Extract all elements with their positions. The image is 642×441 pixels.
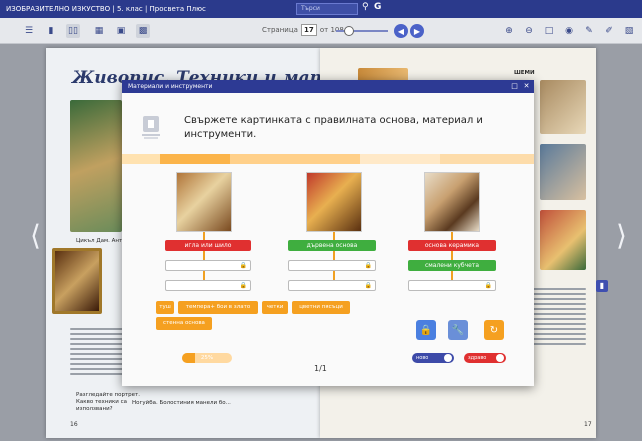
page-number-input[interactable]: 17 xyxy=(300,24,317,36)
drop-slot[interactable]: 🔒 xyxy=(408,280,496,291)
publisher-logo-icon xyxy=(142,116,160,139)
next-page-icon[interactable]: ▶ xyxy=(410,24,424,38)
double-page-icon[interactable]: ▯▯ xyxy=(66,24,80,38)
zoom-slider-knob[interactable] xyxy=(344,26,354,36)
fullscreen-icon[interactable]: ▩ xyxy=(136,24,150,38)
search-input[interactable]: Търси xyxy=(296,3,358,15)
target-label: основа керамика xyxy=(408,240,496,251)
body-text xyxy=(70,328,126,378)
page-navigator: Страница 17 от 108 xyxy=(262,24,344,36)
check-answer-button[interactable]: 🔧 xyxy=(448,320,468,340)
photo-bottom-image xyxy=(540,210,586,270)
answer-chip[interactable]: туш xyxy=(156,301,174,314)
reset-button[interactable]: ↻ xyxy=(484,320,504,340)
question-text: Свържете картинката с правилната основа,… xyxy=(184,115,483,140)
answer-chip[interactable]: темпера+ бои в злато xyxy=(178,301,258,314)
photo-middle-image xyxy=(540,144,586,200)
target-label: игла или шило xyxy=(165,240,251,251)
lock-button[interactable]: 🔒 xyxy=(416,320,436,340)
progress-text: 25% xyxy=(200,355,214,361)
answer-chip[interactable]: четки xyxy=(262,301,288,314)
toolbar: ☰ ▮ ▯▯ ▦ ▣ ▩ Страница 17 от 108 ◀ ▶ ⊕ ⊖ … xyxy=(0,18,642,44)
target-label: дървена основа xyxy=(288,240,376,251)
thumbnails-icon[interactable]: ▦ xyxy=(92,24,106,38)
bottom-caption: Ногуйба. Болостиния манели бо... xyxy=(132,400,231,406)
zoom-out-icon[interactable]: ⊖ xyxy=(522,24,536,38)
search-icon[interactable]: ⚲ xyxy=(362,2,369,12)
toggle-knob xyxy=(444,354,452,362)
connector-line xyxy=(451,232,453,240)
placed-answer[interactable]: смалени кубчета xyxy=(408,260,496,271)
page-number: 16 xyxy=(70,421,78,428)
g-icon[interactable]: G xyxy=(374,2,381,12)
right-body-text xyxy=(532,288,586,348)
exercise-page-count: 1/1 xyxy=(314,364,327,373)
fresco-image xyxy=(176,172,232,232)
drop-slot[interactable]: 🔒 xyxy=(288,280,376,291)
zoom-in-icon[interactable]: ⊕ xyxy=(502,24,516,38)
portrait-image xyxy=(52,248,102,314)
highlighter-icon[interactable]: ✐ xyxy=(602,24,616,38)
toggle-knob xyxy=(496,354,504,362)
page-number: 17 xyxy=(584,421,592,428)
section-heading: ШЕМИ xyxy=(514,70,535,76)
toggle-new-label: ново xyxy=(416,355,429,361)
drop-slot[interactable]: 🔒 xyxy=(165,280,251,291)
answer-chip[interactable]: цветни пясъци xyxy=(292,301,350,314)
toggle-new[interactable]: ново xyxy=(412,353,454,363)
answer-chip[interactable]: стенна основа xyxy=(156,317,212,330)
toggle-correct[interactable]: здраво xyxy=(464,353,506,363)
drop-slot[interactable]: 🔒 xyxy=(165,260,251,271)
painting-image xyxy=(70,100,122,232)
previous-spread-arrow[interactable]: ⟨ xyxy=(30,219,41,252)
menu-icon[interactable]: ☰ xyxy=(22,24,36,38)
page-label: Страница xyxy=(262,26,298,34)
next-spread-arrow[interactable]: ⟩ xyxy=(616,219,627,252)
exercise-dialog: Материали и инструменти □ ✕ Свържете кар… xyxy=(122,80,534,386)
save-icon[interactable]: ▧ xyxy=(622,24,636,38)
dialog-title: Материали и инструменти xyxy=(128,83,213,90)
dialog-header: Материали и инструменти □ ✕ xyxy=(122,80,534,93)
interactive-marker-icon[interactable]: ▮ xyxy=(596,280,608,292)
pen-icon[interactable]: ✎ xyxy=(582,24,596,38)
drop-slot[interactable]: 🔒 xyxy=(288,260,376,271)
fit-page-icon[interactable]: □ xyxy=(542,24,556,38)
previous-page-icon[interactable]: ◀ xyxy=(394,24,408,38)
single-page-icon[interactable]: ▮ xyxy=(44,24,58,38)
image-icon[interactable]: ▣ xyxy=(114,24,128,38)
connector-line xyxy=(203,232,205,240)
eye-icon[interactable]: ◉ xyxy=(562,24,576,38)
progress-bar: 25% xyxy=(182,353,232,363)
toggle-correct-label: здраво xyxy=(468,355,487,361)
connector-line xyxy=(333,232,335,240)
close-icon[interactable]: ✕ xyxy=(522,82,531,91)
window-title: ИЗОБРАЗИТЕЛНО ИЗКУСТВО | 5. клас | Просв… xyxy=(6,5,206,13)
photo-top-image xyxy=(540,80,586,134)
title-bar: ИЗОБРАЗИТЕЛНО ИЗКУСТВО | 5. клас | Просв… xyxy=(0,0,642,18)
icon-painting-image xyxy=(306,172,362,232)
decorative-stripes xyxy=(122,154,534,164)
minimize-icon[interactable]: □ xyxy=(510,82,519,91)
mosaic-bird-image xyxy=(424,172,480,232)
